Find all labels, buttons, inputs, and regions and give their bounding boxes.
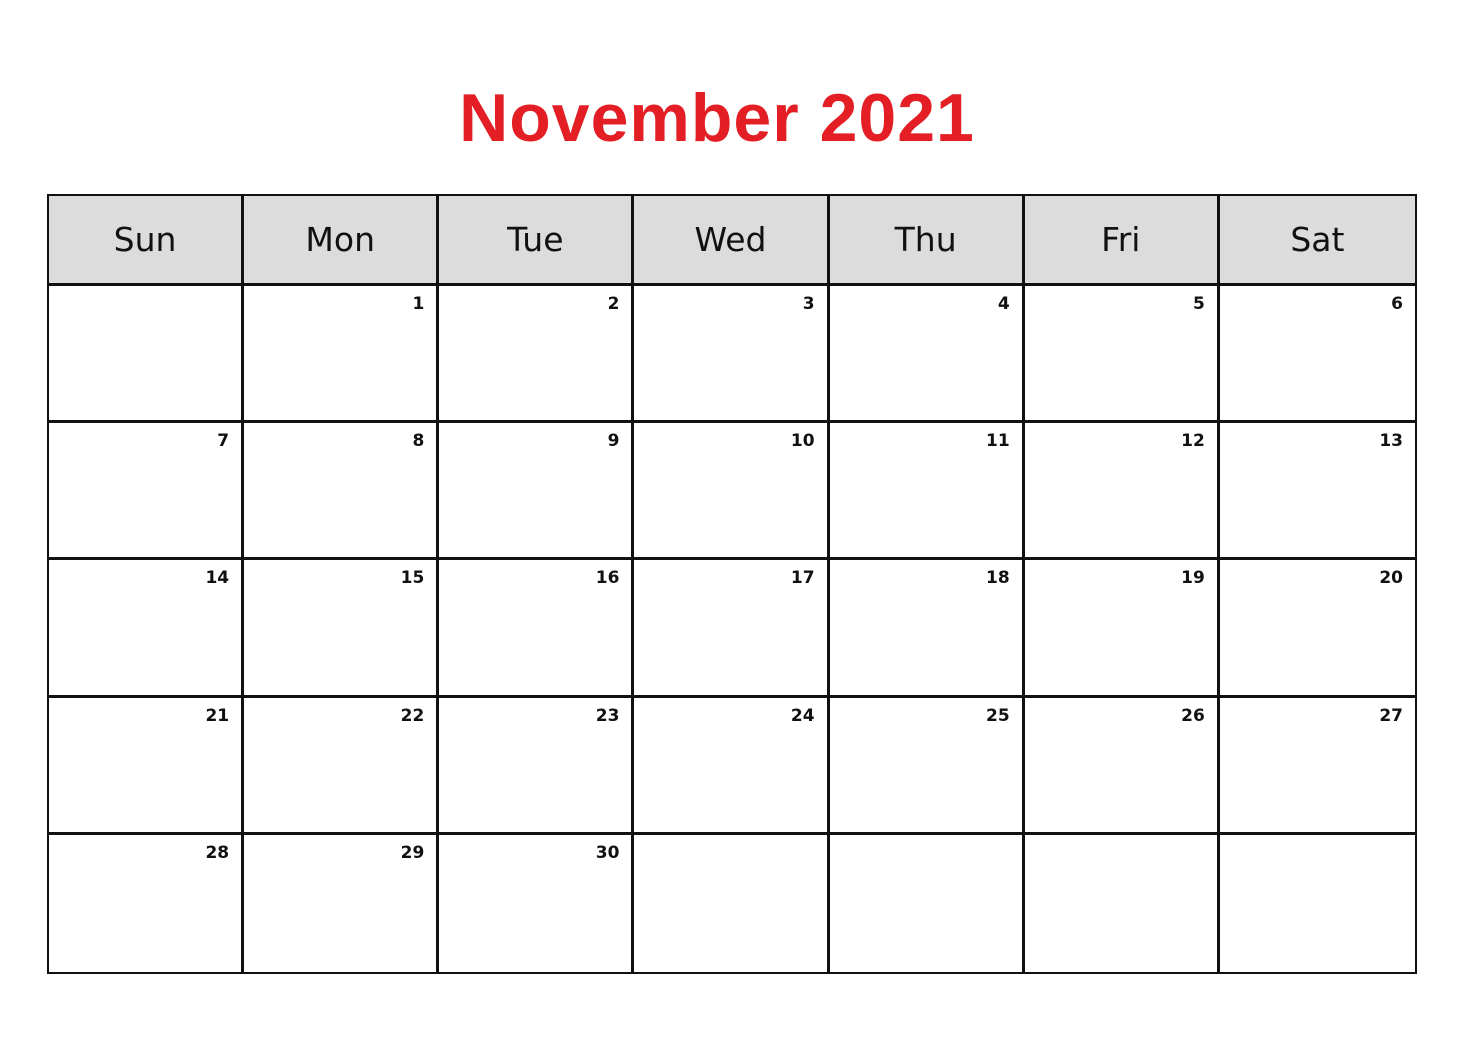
day-number: 10 <box>790 431 815 452</box>
empty-day-cell[interactable] <box>49 286 245 424</box>
day-number: 19 <box>1181 568 1205 589</box>
day-number: 30 <box>595 842 620 863</box>
day-number: 14 <box>205 568 230 589</box>
empty-day-cell[interactable] <box>1025 834 1220 972</box>
day-number: 11 <box>986 431 1010 452</box>
day-cell[interactable]: 25 <box>829 697 1025 835</box>
weekday-header-tue: Tue <box>439 196 635 286</box>
empty-day-cell[interactable] <box>1220 835 1415 972</box>
day-number: 21 <box>205 705 230 726</box>
day-cell[interactable]: 21 <box>49 697 245 835</box>
day-number: 28 <box>205 842 230 863</box>
day-cell[interactable]: 18 <box>829 560 1025 698</box>
day-cell[interactable]: 12 <box>1024 423 1220 561</box>
day-number: 8 <box>412 431 425 452</box>
day-number: 17 <box>790 568 815 589</box>
day-cell[interactable]: 7 <box>49 423 245 561</box>
day-number: 15 <box>400 568 425 589</box>
day-number: 20 <box>1379 568 1403 589</box>
day-cell[interactable]: 28 <box>49 834 245 972</box>
day-cell[interactable]: 19 <box>1024 560 1220 698</box>
day-number: 22 <box>400 705 425 726</box>
day-number: 27 <box>1379 705 1403 726</box>
day-cell[interactable]: 24 <box>634 697 830 835</box>
weekday-header-thu: Thu <box>829 196 1025 286</box>
day-number: 3 <box>802 294 815 314</box>
day-number: 5 <box>1193 294 1205 314</box>
day-cell[interactable]: 11 <box>829 423 1025 561</box>
day-cell[interactable]: 29 <box>244 834 440 972</box>
day-number: 6 <box>1391 294 1403 314</box>
day-cell[interactable]: 5 <box>1024 286 1220 424</box>
day-cell[interactable]: 1 <box>244 286 440 424</box>
day-number: 26 <box>1181 705 1205 726</box>
day-cell[interactable]: 26 <box>1024 697 1220 835</box>
day-number: 13 <box>1379 431 1403 452</box>
calendar-grid: Sun Mon Tue Wed Thu Fri Sat 1 2 3 4 5 6 7 8 9 10 11 12 13 14… <box>47 194 1417 974</box>
day-number: 4 <box>997 294 1010 314</box>
day-cell[interactable]: 20 <box>1219 560 1415 698</box>
day-cell[interactable]: 14 <box>49 560 245 698</box>
day-number: 23 <box>595 705 620 726</box>
day-cell[interactable]: 27 <box>1219 698 1415 835</box>
weekday-header-mon: Mon <box>244 196 440 286</box>
day-cell[interactable]: 8 <box>244 423 440 561</box>
weekday-header-sat: Sat <box>1219 196 1415 286</box>
day-cell[interactable]: 10 <box>634 423 830 561</box>
day-number: 2 <box>607 294 620 314</box>
day-cell[interactable]: 17 <box>634 560 830 698</box>
day-cell[interactable]: 30 <box>439 834 635 972</box>
weekday-header-fri: Fri <box>1024 196 1220 286</box>
weekday-header-sun: Sun <box>49 196 245 286</box>
day-number: 29 <box>400 842 425 863</box>
day-cell[interactable]: 23 <box>439 697 635 835</box>
day-cell[interactable]: 6 <box>1219 286 1415 424</box>
day-cell[interactable]: 15 <box>244 560 440 698</box>
day-cell[interactable]: 3 <box>634 286 830 424</box>
day-number: 9 <box>607 431 620 452</box>
day-cell[interactable]: 4 <box>829 286 1025 424</box>
day-cell[interactable]: 2 <box>439 286 635 424</box>
empty-day-cell[interactable] <box>830 834 1025 972</box>
weekday-header-wed: Wed <box>634 196 830 286</box>
calendar-title: November 2021 <box>459 80 975 156</box>
day-number: 16 <box>595 568 620 589</box>
day-number: 25 <box>986 705 1010 726</box>
day-number: 24 <box>790 705 815 726</box>
day-cell[interactable]: 13 <box>1219 423 1415 561</box>
day-number: 12 <box>1181 431 1205 452</box>
day-number: 1 <box>412 294 425 314</box>
empty-day-cell[interactable] <box>634 834 830 972</box>
day-cell[interactable]: 22 <box>244 697 440 835</box>
day-number: 7 <box>217 431 230 452</box>
day-cell[interactable]: 16 <box>439 560 635 698</box>
day-number: 18 <box>986 568 1010 589</box>
day-cell[interactable]: 9 <box>439 423 635 561</box>
